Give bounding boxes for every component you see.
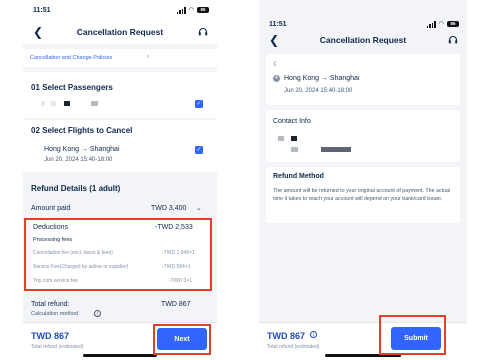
status-icons: ◠ 86 [176,6,209,14]
chevron-right-icon: › [147,54,149,60]
flight-summary-card: ☾ ✈ Hong Kong → Shanghai Jun 20, 2024 15… [266,54,460,105]
refund-method-card: Refund Method The amount will be returne… [266,167,460,223]
contact-blur [291,147,298,152]
flight-datetime: Jun 20, 2024 15:40-18:00 [284,88,353,94]
footer-caption: Total refund (estimated) [267,344,320,350]
status-time: 11:51 [33,6,51,14]
nav-bar: ❮ Cancellation Request [23,20,217,44]
amount-paid-label: Amount paid [31,205,71,212]
info-icon[interactable]: i [310,331,317,338]
footer-price: TWD 867 [267,331,306,341]
back-arrow-icon[interactable]: ❮ [269,34,279,46]
plane-icon: ✈ [273,75,280,82]
page-title: Cancellation Request [319,35,407,45]
flight-route: Hong Kong → Shanghai [284,75,360,82]
status-icons: ◠ 86 [426,20,459,28]
flight-datetime: Jun 20, 2024 15:40-18:00 [44,157,113,163]
flight-checkbox-checked-icon[interactable]: ✓ [195,146,203,154]
deductions-highlight-box [24,218,212,291]
policy-link-row[interactable]: Cancellation and Change Policies › [23,49,217,67]
status-bar: 11:51 ◠ 86 [23,0,217,20]
nav-bar: ❮ Cancellation Request [259,28,467,52]
headset-icon[interactable] [448,35,458,45]
total-refund-value: TWD 867 [161,301,191,308]
total-refund-label: Total refund: [31,301,70,308]
policy-link[interactable]: Cancellation and Change Policies [30,55,112,61]
flights-heading: 02 Select Flights to Cancel [31,126,133,135]
passenger-checkbox-checked-icon[interactable]: ✓ [195,100,203,108]
signal-icon [176,6,186,14]
page-title: Cancellation Request [76,27,164,37]
info-icon[interactable]: i [94,310,101,317]
right-phone-screen: 11:51 ◠ 86 ❮ Cancellation Request ☾ ✈ Ho… [259,0,467,360]
battery-icon: 86 [447,21,459,27]
headset-icon[interactable] [198,27,208,37]
wifi-icon: ◠ [438,21,444,28]
total-refund-row: Total refund: TWD 867 Calculation method… [23,296,217,322]
left-phone-screen: 11:51 ◠ 86 ❮ Cancellation Request Cancel… [23,0,217,360]
refund-method-heading: Refund Method [273,173,324,180]
passenger-name-blur [64,101,70,106]
battery-icon: 86 [197,7,209,13]
passengers-heading: 01 Select Passengers [31,83,113,92]
amount-paid-value: TWD 3,400 [151,205,187,212]
signal-icon [426,20,436,28]
contact-info-card: Contact Info [266,110,460,162]
passenger-name-blur [91,101,98,106]
contact-blur [278,136,284,141]
refund-heading: Refund Details (1 adult) [31,184,121,193]
wifi-icon: ◠ [188,7,194,14]
refund-method-text: The amount will be returned to your orig… [273,188,451,202]
passengers-section: 01 Select Passengers ✓ [23,72,217,118]
chevron-down-icon[interactable]: ⌄ [196,204,202,212]
calculation-method-link[interactable]: Calculation method [31,311,78,317]
footer-caption: Total refund (estimated) [31,344,84,350]
contact-blur [291,136,297,141]
back-arrow-icon[interactable]: ❮ [33,26,43,38]
passenger-name-blur [41,101,45,106]
footer-price: TWD 867 [31,331,70,341]
next-highlight-box [153,324,211,355]
flights-section: 02 Select Flights to Cancel Hong Kong → … [23,120,217,172]
home-indicator [83,354,157,357]
contact-info-heading: Contact Info [273,118,311,125]
status-time: 11:51 [269,20,287,28]
contact-blur [321,147,351,152]
submit-highlight-box [379,315,446,355]
moon-icon: ☾ [273,61,280,68]
flight-route: Hong Kong → Shanghai [44,146,120,153]
passenger-name-blur [51,101,56,106]
